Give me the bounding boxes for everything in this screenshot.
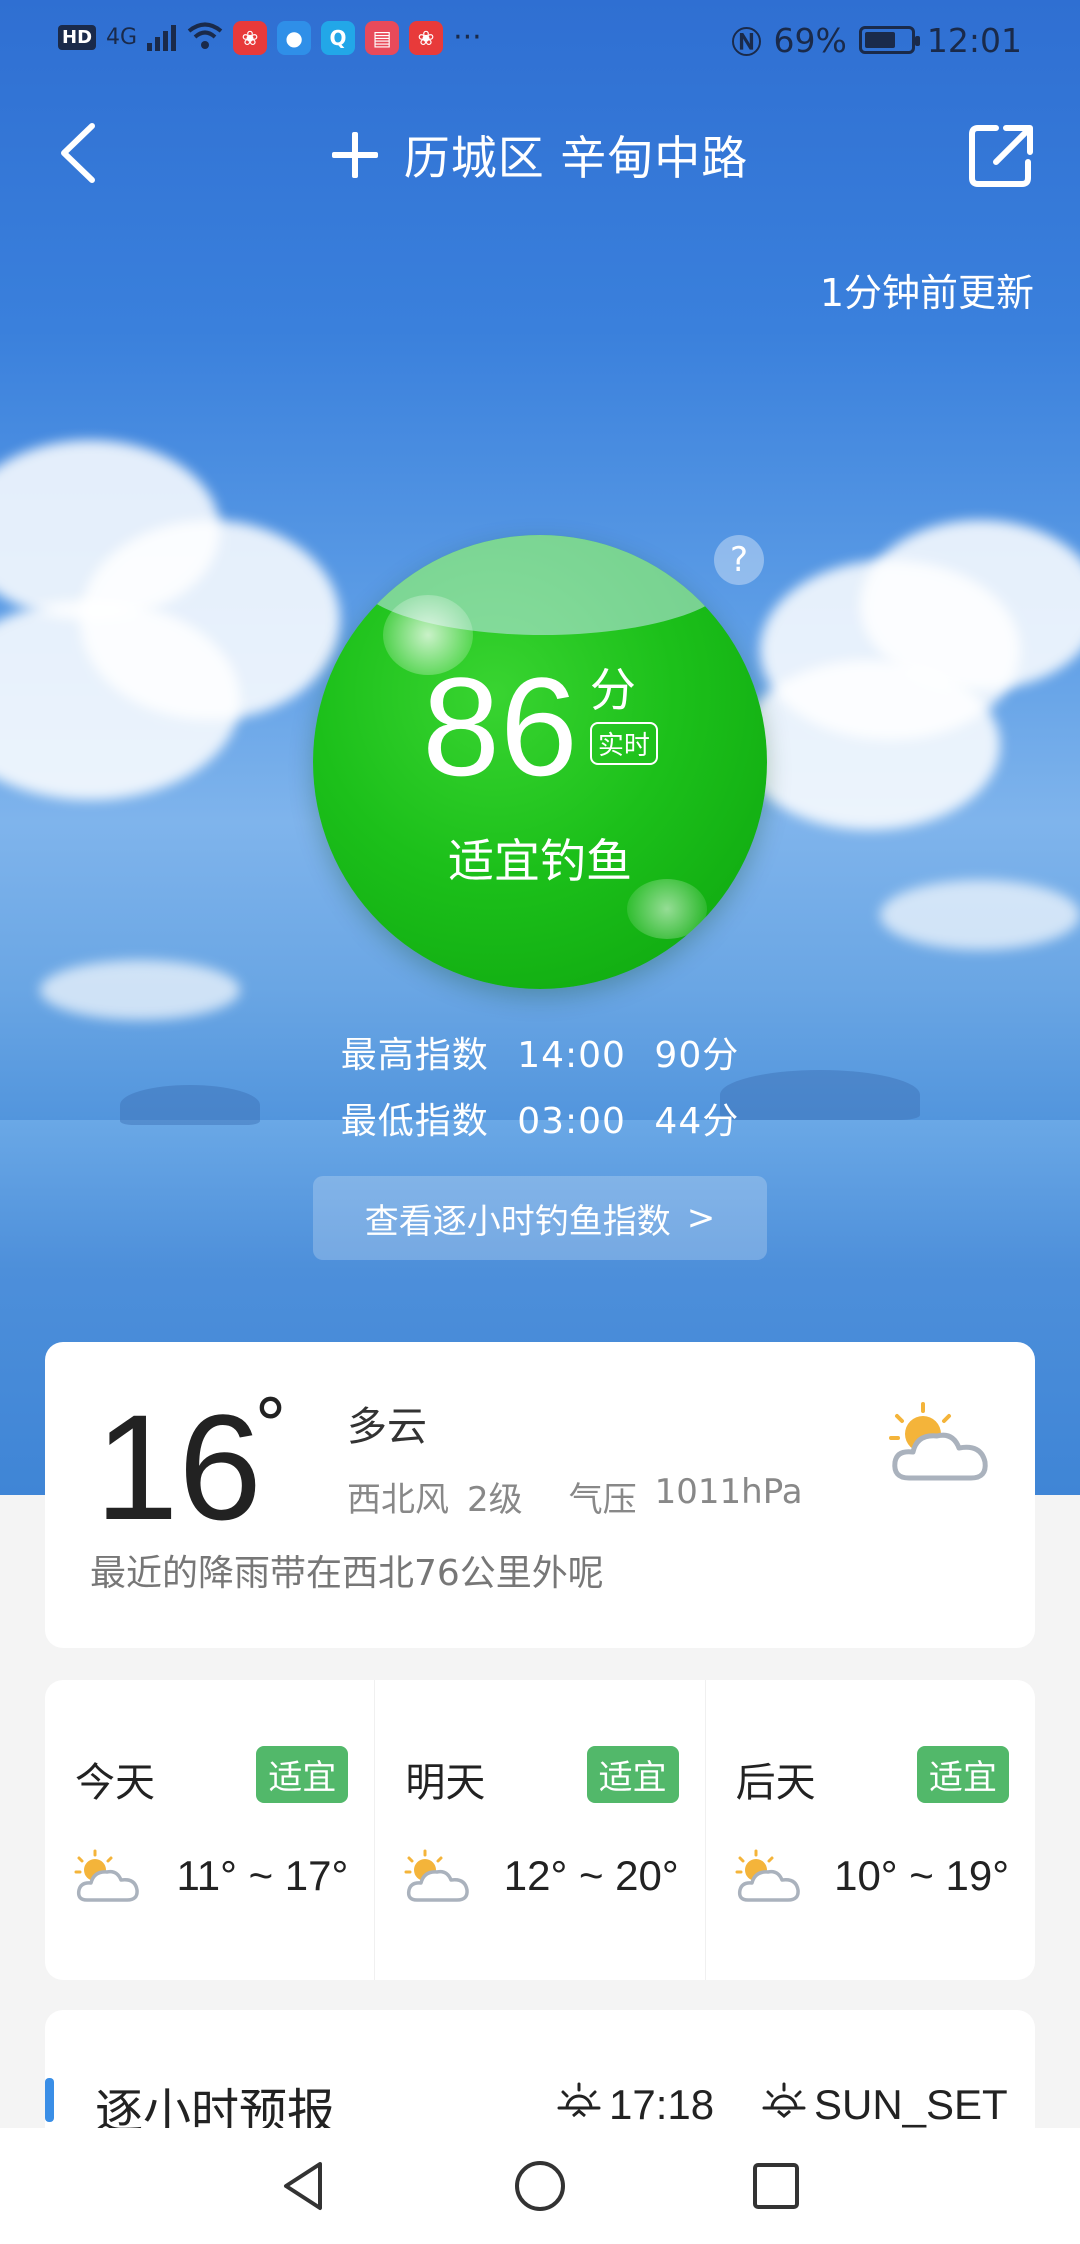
temperature-range: 11° ~ 17° (176, 1852, 349, 1899)
share-button[interactable] (966, 120, 1038, 192)
wind-level: 2级 (467, 1480, 523, 1520)
clock: 12:01 (926, 20, 1022, 60)
partly-cloudy-icon (885, 1400, 995, 1490)
app-notification-icon: ❀ (409, 20, 444, 55)
bulb-icon: ● (277, 20, 312, 55)
wind-direction: 西北风 (347, 1480, 449, 1520)
forecast-day-label: 后天 (735, 1760, 816, 1806)
sunrise-icon (557, 2080, 601, 2130)
rain-notice: 最近的降雨带在西北76公里外呢 (90, 1553, 604, 1594)
update-time: 1分钟前更新 (819, 271, 1034, 315)
temperature-range: 12° ~ 20° (503, 1852, 679, 1899)
current-weather-card: 16 ° 多云 西北风 2级 气压 1011hPa 最近的降雨带在西北76公里外… (45, 1342, 1035, 1648)
partly-cloudy-icon (73, 1848, 141, 1906)
score-unit: 分 (589, 663, 636, 717)
book-icon: ▤ (365, 20, 400, 55)
share-icon (969, 125, 1033, 187)
realtime-badge: 实时 (589, 721, 658, 765)
hd-indicator: HD (58, 25, 97, 50)
wifi-icon (187, 22, 223, 54)
app-notification-icon: ❀ (233, 20, 268, 55)
square-recents-icon (753, 2163, 799, 2209)
location-title[interactable]: 历城区 辛甸中路 (404, 122, 749, 188)
status-bar: HD 4G ❀ ● Q ▤ ❀ ··· Ⓝ 69% 12:01 (0, 0, 1080, 80)
search-app-icon: Q (321, 20, 356, 55)
partly-cloudy-icon (734, 1848, 802, 1906)
forecast-day[interactable]: 明天 适宜 12° ~ 20° (374, 1680, 704, 1980)
system-navigation-bar (0, 2128, 1080, 2244)
nav-recents-button[interactable] (748, 2158, 804, 2214)
degree-symbol: ° (253, 1384, 288, 1466)
add-location-icon[interactable] (331, 132, 378, 178)
battery-icon (858, 26, 920, 54)
fishing-status: 适宜钓鱼 (448, 834, 632, 888)
min-index-time: 03:00 (517, 1101, 626, 1142)
suitability-badge: 适宜 (256, 1746, 349, 1803)
hourly-button-label: 查看逐小时钓鱼指数 (364, 1201, 671, 1242)
max-index-label: 最高指数 (340, 1035, 489, 1076)
max-index-value: 90分 (654, 1035, 740, 1076)
forecast-day-label: 今天 (75, 1760, 155, 1806)
nav-back-button[interactable] (276, 2158, 332, 2214)
top-bar: 历城区 辛甸中路 (0, 100, 1080, 210)
nfc-icon: Ⓝ (731, 26, 762, 61)
fishing-score: 86 (422, 648, 578, 805)
sunset-info: SUN_SET (762, 2080, 1008, 2130)
three-day-forecast-card: 今天 适宜 11° ~ 17° 明天 适宜 12° ~ 20° 后天 适宜 10… (45, 1680, 1035, 1980)
forecast-day[interactable]: 后天 适宜 10° ~ 19° (704, 1680, 1035, 1980)
max-index-time: 14:00 (517, 1035, 626, 1076)
network-type: 4G (106, 25, 138, 50)
weather-meta: 西北风 2级 气压 1011hPa (347, 1472, 821, 1521)
circle-home-icon (515, 2161, 565, 2211)
signal-icon (147, 24, 177, 51)
pressure-label: 气压 (568, 1480, 637, 1520)
max-index-line: 最高指数 14:00 90分 (0, 1026, 1080, 1078)
sunrise-time: 17:18 (609, 2081, 715, 2128)
cloud (880, 880, 1080, 950)
min-index-value: 44分 (654, 1101, 740, 1142)
chevron-right-icon: > (686, 1198, 716, 1238)
min-index-label: 最低指数 (340, 1101, 489, 1142)
suitability-badge: 适宜 (586, 1746, 679, 1803)
sunset-time: SUN_SET (814, 2081, 1008, 2128)
section-accent-bar (45, 2078, 54, 2122)
sunrise-info: 17:18 (557, 2080, 714, 2130)
temperature-range: 10° ~ 19° (834, 1852, 1009, 1899)
pressure-value: 1011hPa (654, 1472, 803, 1512)
forecast-day-label: 明天 (405, 1760, 486, 1806)
current-temperature: 16 (95, 1383, 262, 1551)
nav-home-button[interactable] (512, 2158, 568, 2214)
battery-percent: 69% (773, 20, 847, 60)
fishing-score-ball: 86 分 实时 适宜钓鱼 (313, 535, 767, 989)
suitability-badge: 适宜 (916, 1746, 1009, 1803)
weather-condition: 多云 (347, 1404, 427, 1450)
help-button[interactable]: ? (714, 535, 764, 585)
more-notifications: ··· (453, 20, 482, 55)
partly-cloudy-icon (403, 1848, 471, 1906)
forecast-day[interactable]: 今天 适宜 11° ~ 17° (45, 1680, 374, 1980)
sunset-icon (762, 2080, 806, 2130)
hourly-fishing-index-button[interactable]: 查看逐小时钓鱼指数 > (313, 1176, 767, 1260)
cloud (740, 660, 1000, 830)
cloud (40, 960, 240, 1020)
min-index-line: 最低指数 03:00 44分 (0, 1092, 1080, 1144)
triangle-back-icon (284, 2162, 322, 2210)
